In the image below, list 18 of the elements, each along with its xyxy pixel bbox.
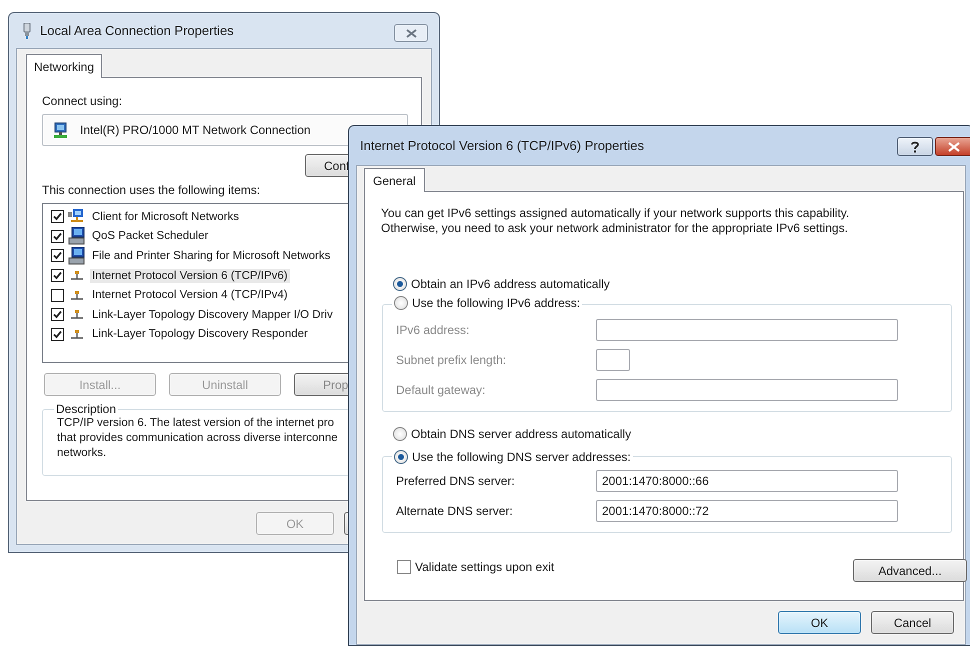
radio-label: Obtain an IPv6 address automatically xyxy=(411,277,610,291)
intro-text: You can get IPv6 settings assigned automatically if your network supports this capability. Otherwise, you need to ask your network administrator for the appropriate IPv6 settings. xyxy=(381,206,850,236)
section-label: Connect using: xyxy=(42,94,122,108)
field-label: Default gateway: xyxy=(396,383,486,397)
description-text: TCP/IP version 6. The latest version of the internet pro that provides communication across diverse interconne networks. xyxy=(57,416,338,461)
radio-label: Obtain DNS server address automatically xyxy=(411,427,632,441)
field-label: Subnet prefix length: xyxy=(396,353,508,367)
radio-label: Use the following IPv6 address: xyxy=(412,296,580,310)
radio-label: Use the following DNS server addresses: xyxy=(412,450,631,464)
window-title: Local Area Connection Properties xyxy=(40,23,234,38)
field-label: Alternate DNS server: xyxy=(396,504,514,518)
checkbox-label: Validate settings upon exit xyxy=(415,560,554,574)
section-label: This connection uses the following items: xyxy=(42,183,260,197)
group-label: Description xyxy=(55,402,118,416)
window-title: Internet Protocol Version 6 (TCP/IPv6) Properties xyxy=(360,138,644,153)
adapter-name: Intel(R) PRO/1000 MT Network Connection xyxy=(80,123,311,137)
field-label: IPv6 address: xyxy=(396,323,470,337)
field-label: Preferred DNS server: xyxy=(396,474,516,488)
